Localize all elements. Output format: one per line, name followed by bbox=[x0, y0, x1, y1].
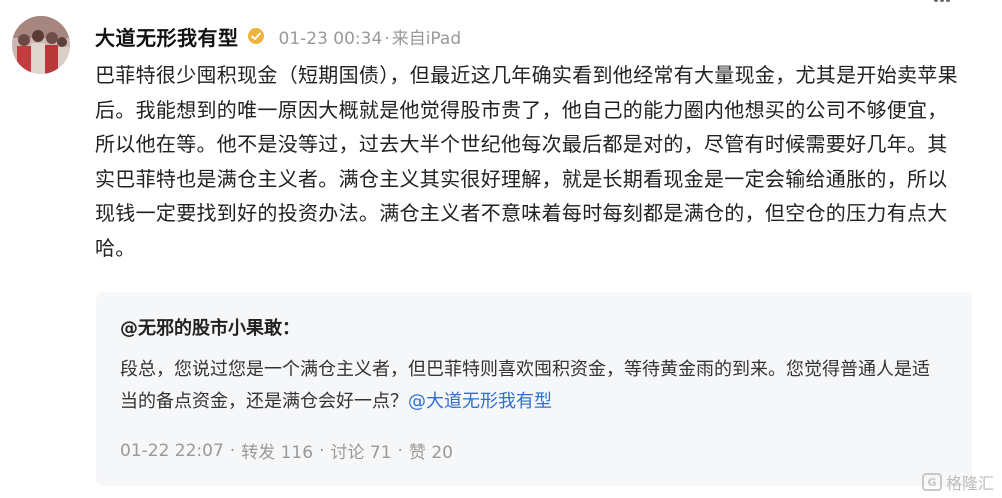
quote-time[interactable]: 01-22 22:07 bbox=[120, 441, 224, 461]
stats-separator: · bbox=[397, 440, 403, 461]
comment-count[interactable]: 讨论 71 bbox=[330, 438, 391, 463]
watermark-logo-icon: G bbox=[921, 473, 942, 491]
post-timestamp[interactable]: 01-23 00:34 bbox=[279, 29, 383, 49]
quote-stats: 01-22 22:07 · 转发 116 · 讨论 71 · 赞 20 bbox=[120, 438, 453, 464]
more-dots-icon[interactable] bbox=[934, 0, 950, 2]
watermark: G 格隆汇 bbox=[921, 470, 994, 494]
quoted-post[interactable]: @无邪的股市小果敢： 段总，您说过您是一个满仓主义者，但巴菲特则喜欢囤积资金，等… bbox=[96, 292, 972, 486]
avatar[interactable] bbox=[12, 16, 70, 74]
repost-count[interactable]: 转发 116 bbox=[241, 438, 313, 463]
quote-text: 段总，您说过您是一个满仓主义者，但巴菲特则喜欢囤积资金，等待黄金雨的到来。您觉得… bbox=[120, 354, 940, 418]
quote-author[interactable]: @无邪的股市小果敢： bbox=[120, 314, 300, 340]
post-body: 巴菲特很少囤积现金（短期国债），但最近这几年确实看到他经常有大量现金，尤其是开始… bbox=[95, 63, 958, 260]
post-meta: 01-23 00:34 · 来自iPad bbox=[279, 24, 462, 49]
post-source: 来自iPad bbox=[391, 28, 462, 49]
gold-verified-icon bbox=[247, 28, 264, 44]
stats-separator: · bbox=[319, 440, 325, 461]
avatar-image bbox=[12, 16, 70, 74]
stats-separator: · bbox=[229, 440, 236, 461]
author-name[interactable]: 大道无形我有型 bbox=[95, 22, 239, 51]
watermark-text: 格隆汇 bbox=[945, 474, 994, 493]
post-header: 大道无形我有型 01-23 00:34 · 来自iPad bbox=[95, 20, 461, 52]
like-count[interactable]: 赞 20 bbox=[409, 438, 453, 463]
mention-link[interactable]: @大道无形我有型 bbox=[408, 391, 552, 412]
meta-separator: · bbox=[384, 28, 390, 49]
